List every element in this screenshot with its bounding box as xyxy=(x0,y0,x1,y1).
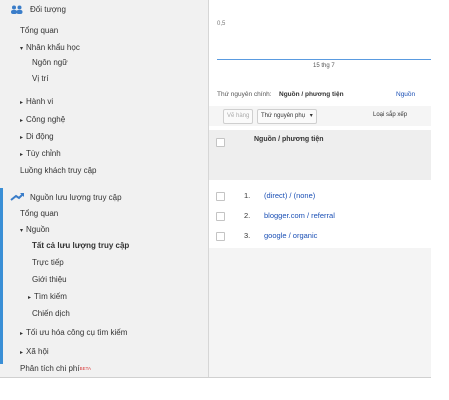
primary-dimension-label: Thứ nguyên chính: xyxy=(217,91,272,98)
chevron-down-icon: ▾ xyxy=(309,113,313,119)
secondary-dimension-label: Thứ nguyên phụ xyxy=(261,113,306,119)
sidebar-item-label: Tùy chỉnh xyxy=(26,149,61,158)
table-row: 3. google / organic xyxy=(209,226,431,246)
table-row: 2. blogger.com / referral xyxy=(209,206,431,226)
chart-x-tick: 15 thg 7 xyxy=(313,63,335,69)
sidebar-nav: Đối tượng Tổng quan ▾ Nhân khẩu học Ngôn … xyxy=(0,0,208,377)
table-row: 1. (direct) / (none) xyxy=(209,186,431,206)
plot-rows-button[interactable]: Vẽ hàng xyxy=(223,109,254,124)
sort-type-label[interactable]: Loại sắp xếp xyxy=(373,109,407,122)
column-header-source-medium[interactable]: Nguồn / phương tiện xyxy=(254,136,324,143)
timeline-chart: 0,5 15 thg 7 xyxy=(209,0,431,80)
sidebar-item-label: Hành vi xyxy=(26,97,54,106)
sidebar-item-label: Chiến dịch xyxy=(32,309,70,318)
chevron-right-icon: ▸ xyxy=(20,135,24,141)
sidebar-item-label: Luồng khách truy cập xyxy=(20,166,97,175)
sidebar-item-label: Vị trí xyxy=(32,74,49,83)
beta-badge: BETA xyxy=(79,366,92,371)
chevron-right-icon: ▸ xyxy=(20,331,24,337)
chart-series-line xyxy=(217,59,431,60)
sidebar-item-label: Xã hội xyxy=(26,347,49,356)
select-all-checkbox[interactable] xyxy=(216,138,225,147)
row-number: 2. xyxy=(244,211,251,220)
sidebar-item-label: Nguồn xyxy=(26,225,50,234)
table-empty-area xyxy=(209,248,431,377)
sidebar-section-label: Đối tượng xyxy=(30,5,66,14)
primary-dimension-bar: Thứ nguyên chính: Nguồn / phương tiện Ng… xyxy=(209,87,431,103)
table-toolbar: Vẽ hàng Thứ nguyên phụ ▾ Loại sắp xếp xyxy=(209,106,431,126)
table-header: Nguồn / phương tiện xyxy=(209,130,431,180)
page-bottom-border xyxy=(0,377,431,378)
secondary-dimension-dropdown[interactable]: Thứ nguyên phụ ▾ xyxy=(257,109,317,124)
sidebar-item-label: Phân tích chi phí xyxy=(20,364,80,373)
chevron-down-icon: ▾ xyxy=(20,228,24,234)
sidebar-item-label: Nhân khẩu học xyxy=(26,43,80,52)
sidebar-item-label: Giới thiệu xyxy=(32,275,67,284)
sidebar-item-label: Tìm kiếm xyxy=(34,292,67,301)
row-source-link[interactable]: blogger.com / referral xyxy=(264,206,335,226)
sidebar-item-label: Tối ưu hóa công cụ tìm kiếm xyxy=(26,328,128,337)
sidebar-section-label: Nguồn lưu lượng truy cập xyxy=(30,193,122,202)
row-checkbox[interactable] xyxy=(216,192,225,201)
users-icon xyxy=(10,5,24,14)
dimension-source-medium[interactable]: Nguồn / phương tiện xyxy=(279,87,344,103)
sidebar-item-label: Trực tiếp xyxy=(32,258,64,267)
sidebar-item-label: Công nghệ xyxy=(26,115,66,124)
traffic-source-icon xyxy=(10,193,24,202)
dimension-source-link[interactable]: Nguồn xyxy=(396,87,415,103)
row-source-link[interactable]: google / organic xyxy=(264,226,317,246)
row-checkbox[interactable] xyxy=(216,232,225,241)
row-number: 3. xyxy=(244,231,251,240)
sidebar-item-label: Ngôn ngữ xyxy=(32,58,68,67)
row-number: 1. xyxy=(244,191,251,200)
chevron-right-icon: ▸ xyxy=(20,350,24,356)
chevron-right-icon: ▸ xyxy=(20,100,24,106)
chevron-right-icon: ▸ xyxy=(20,152,24,158)
report-main: 0,5 15 thg 7 Thứ nguyên chính: Nguồn / p… xyxy=(209,0,431,377)
sidebar-item-label: Tổng quan xyxy=(20,26,59,35)
sidebar-item-label: Di động xyxy=(26,132,54,141)
sidebar-item-label: Tổng quan xyxy=(20,209,59,218)
chart-y-tick: 0,5 xyxy=(217,21,226,27)
active-section-indicator xyxy=(0,188,3,364)
chevron-right-icon: ▸ xyxy=(20,118,24,124)
sidebar-item-label: Tất cả lưu lượng truy cập xyxy=(32,241,130,250)
row-checkbox[interactable] xyxy=(216,212,225,221)
chevron-right-icon: ▸ xyxy=(28,295,32,301)
chevron-down-icon: ▾ xyxy=(20,46,24,52)
row-source-link[interactable]: (direct) / (none) xyxy=(264,186,315,206)
